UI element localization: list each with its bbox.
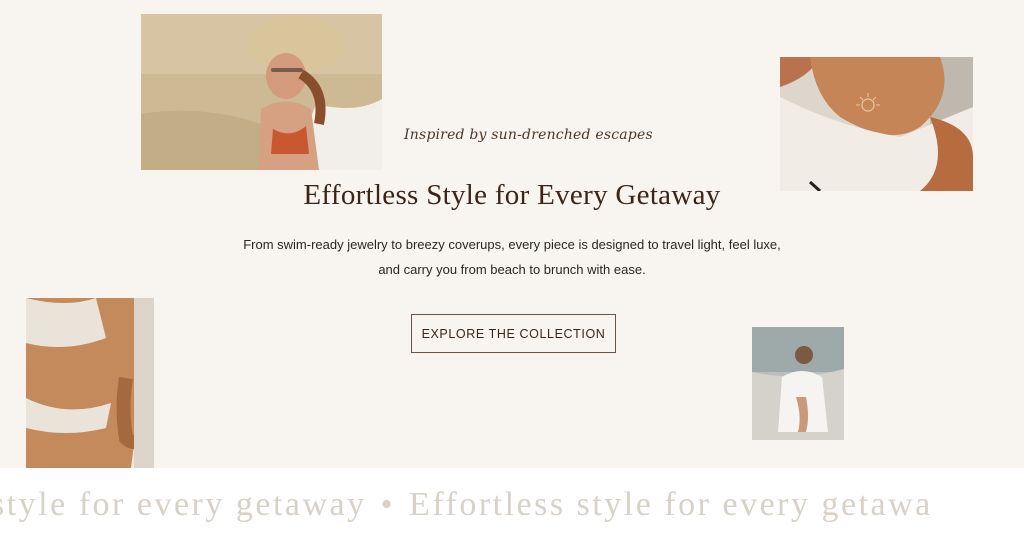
- explore-collection-button[interactable]: EXPLORE THE COLLECTION: [411, 314, 616, 353]
- sun-tattoo-leg-photo: [780, 57, 973, 191]
- hero-eyebrow: Inspired by sun-drenched escapes: [404, 127, 653, 143]
- beach-hat-photo: [141, 14, 382, 170]
- hero-description: From swim-ready jewelry to breezy coveru…: [243, 237, 781, 277]
- marquee-separator: •: [380, 486, 396, 523]
- white-bikini-photo: [26, 298, 154, 468]
- marquee-item: Effortless style for every getawa: [409, 486, 933, 523]
- white-shirt-beach-photo: [752, 327, 844, 440]
- hero-headline: Effortless Style for Every Getaway: [303, 179, 721, 211]
- marquee-track: style for every getaway • Effortless style…: [0, 486, 933, 524]
- marquee-banner: style for every getaway • Effortless style…: [0, 468, 1024, 540]
- marquee-item: style for every getaway: [0, 486, 367, 523]
